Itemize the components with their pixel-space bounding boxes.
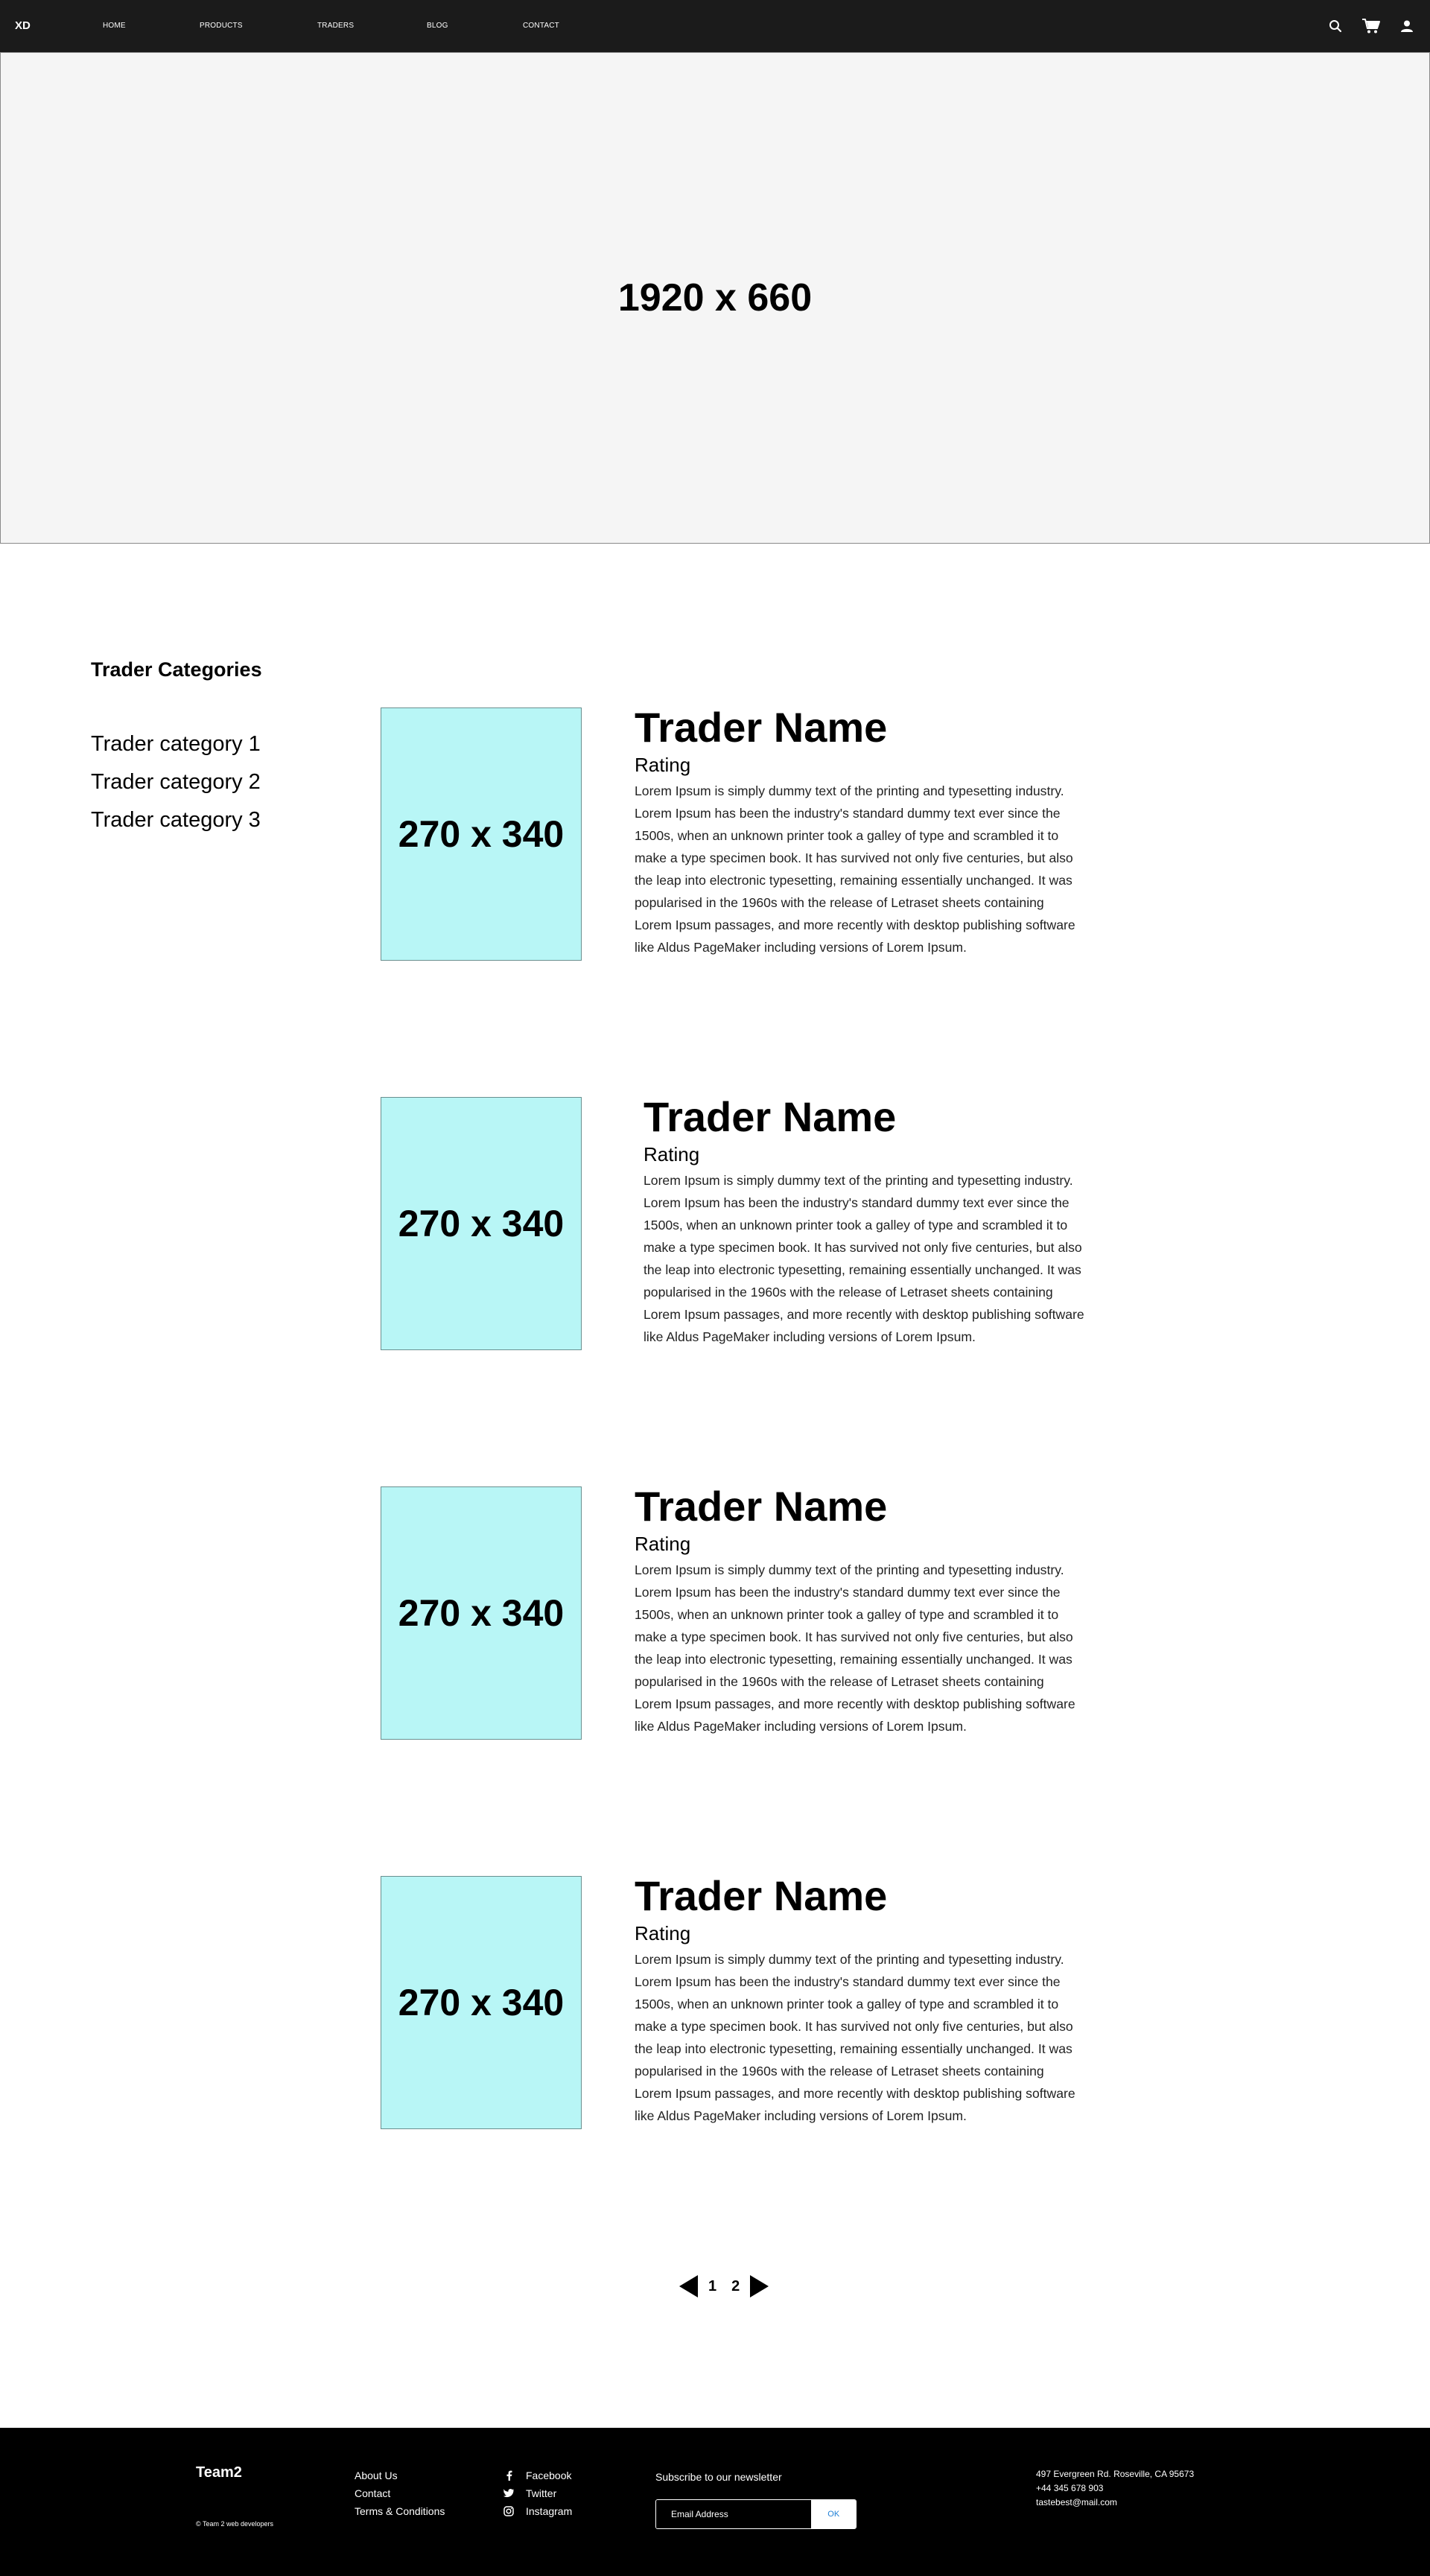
site-footer: Team2 © Team 2 web developers About Us C… [0, 2428, 1430, 2576]
top-navbar: XD HOME PRODUCTS TRADERS BLOG CONTACT [0, 0, 1430, 52]
trader-rating: Rating [635, 1533, 691, 1555]
page-number-2[interactable]: 2 [731, 2278, 740, 2295]
social-links: Facebook Twitter Instagram [503, 2469, 572, 2518]
footer-contact-info: 497 Evergreen Rd. Roseville, CA 95673 +4… [1036, 2469, 1194, 2507]
social-link-twitter[interactable]: Twitter [503, 2487, 572, 2500]
trader-rating: Rating [644, 1143, 700, 1165]
trader-image-placeholder[interactable]: 270 x 340 [381, 1486, 582, 1740]
page-number-1[interactable]: 1 [708, 2278, 716, 2295]
trader-description: Lorem Ipsum is simply dummy text of the … [635, 1952, 1075, 2123]
social-link-facebook[interactable]: Facebook [503, 2469, 572, 2482]
nav-link-traders[interactable]: TRADERS [317, 22, 354, 30]
footer-brand: Team2 [196, 2464, 242, 2481]
trader-name[interactable]: Trader Name [644, 1095, 1090, 1139]
trader-image-placeholder[interactable]: 270 x 340 [381, 707, 582, 961]
hero-placeholder-label: 1920 x 660 [617, 276, 813, 319]
cart-icon[interactable] [1361, 16, 1381, 36]
user-icon[interactable] [1397, 16, 1417, 36]
trader-name[interactable]: Trader Name [635, 705, 1081, 750]
trader-rating: Rating [635, 1922, 691, 1944]
trader-name[interactable]: Trader Name [635, 1874, 1081, 1918]
newsletter-form: OK [655, 2499, 857, 2529]
newsletter-submit-button[interactable]: OK [811, 2500, 856, 2528]
trader-card: Trader Name Rating Lorem Ipsum is simply… [635, 1484, 1081, 1737]
nav-link-contact[interactable]: CONTACT [523, 22, 559, 30]
footer-links: About Us Contact Terms & Conditions [355, 2469, 445, 2518]
contact-phone: +44 345 678 903 [1036, 2483, 1104, 2493]
trader-description: Lorem Ipsum is simply dummy text of the … [635, 783, 1075, 955]
newsletter-email-input[interactable] [656, 2500, 812, 2528]
trader-card: Trader Name Rating Lorem Ipsum is simply… [635, 1874, 1081, 2127]
search-icon[interactable] [1326, 16, 1345, 36]
footer-link-about[interactable]: About Us [355, 2469, 445, 2482]
hero-banner-placeholder: 1920 x 660 [0, 52, 1430, 544]
newsletter-title: Subscribe to our newsletter [655, 2471, 782, 2483]
nav-link-home[interactable]: HOME [103, 22, 126, 30]
social-label: Twitter [526, 2487, 557, 2499]
trader-image-placeholder[interactable]: 270 x 340 [381, 1876, 582, 2129]
prev-page-arrow-icon[interactable] [679, 2275, 698, 2297]
footer-link-terms[interactable]: Terms & Conditions [355, 2505, 445, 2518]
social-link-instagram[interactable]: Instagram [503, 2505, 572, 2518]
trader-image-label: 270 x 340 [398, 1982, 565, 2023]
nav-icon-group [1326, 16, 1417, 36]
nav-link-blog[interactable]: BLOG [427, 22, 448, 30]
trader-category-3[interactable]: Trader category 3 [91, 808, 261, 833]
social-label: Facebook [526, 2470, 572, 2481]
trader-image-label: 270 x 340 [398, 813, 565, 855]
trader-name[interactable]: Trader Name [635, 1484, 1081, 1529]
nav-link-products[interactable]: PRODUCTS [200, 22, 243, 30]
contact-email[interactable]: tastebest@mail.com [1036, 2497, 1194, 2507]
pagination: 1 2 [679, 2274, 769, 2298]
trader-category-1[interactable]: Trader category 1 [91, 732, 261, 757]
instagram-icon [503, 2506, 514, 2516]
contact-address: 497 Evergreen Rd. Roseville, CA 95673 [1036, 2469, 1195, 2479]
footer-copyright: © Team 2 web developers [196, 2520, 274, 2528]
trader-description: Lorem Ipsum is simply dummy text of the … [635, 1562, 1075, 1734]
trader-card: Trader Name Rating Lorem Ipsum is simply… [644, 1095, 1090, 1348]
trader-image-label: 270 x 340 [398, 1203, 565, 1244]
next-page-arrow-icon[interactable] [750, 2275, 769, 2297]
site-logo[interactable]: XD [15, 19, 31, 32]
trader-categories-heading: Trader Categories [91, 658, 262, 681]
footer-link-contact[interactable]: Contact [355, 2487, 445, 2500]
trader-image-label: 270 x 340 [398, 1592, 565, 1634]
trader-card: Trader Name Rating Lorem Ipsum is simply… [635, 705, 1081, 958]
twitter-icon [503, 2488, 514, 2499]
trader-category-2[interactable]: Trader category 2 [91, 770, 261, 795]
trader-image-placeholder[interactable]: 270 x 340 [381, 1097, 582, 1350]
social-label: Instagram [526, 2505, 573, 2517]
trader-rating: Rating [635, 754, 691, 776]
facebook-icon [503, 2470, 514, 2481]
trader-description: Lorem Ipsum is simply dummy text of the … [644, 1173, 1084, 1344]
